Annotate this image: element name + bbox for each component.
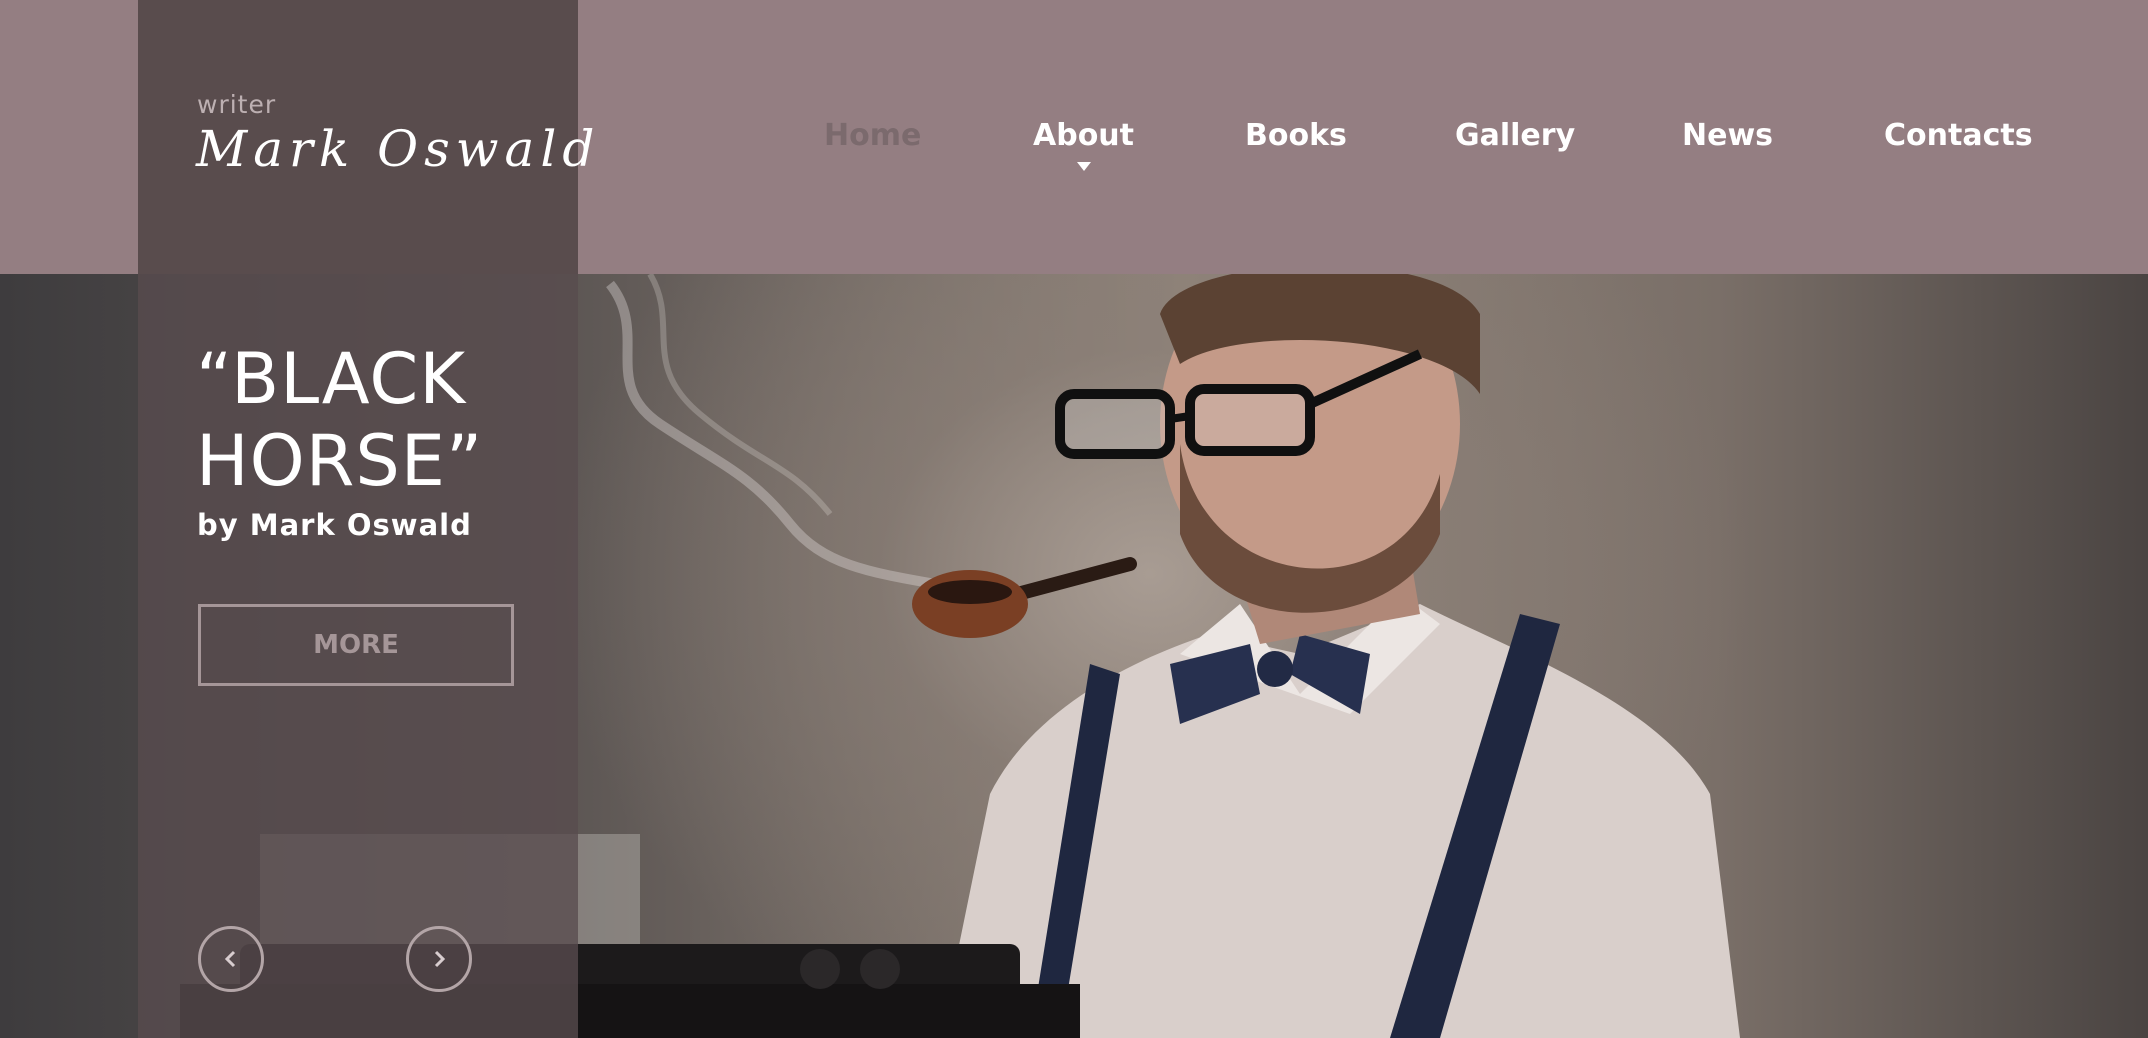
chevron-right-icon: [434, 950, 446, 968]
nav-books[interactable]: Books: [1245, 118, 1347, 153]
nav-news[interactable]: News: [1682, 118, 1773, 153]
page: “BLACK HORSE” by Mark Oswald MORE writer…: [0, 0, 2148, 1038]
main-nav: Home About Books Gallery News Contacts: [0, 118, 2148, 178]
hero-panel: “BLACK HORSE” by Mark Oswald MORE: [138, 274, 578, 1038]
slider-next-button[interactable]: [406, 926, 472, 992]
nav-contacts[interactable]: Contacts: [1884, 118, 2033, 153]
slider-prev-button[interactable]: [198, 926, 264, 992]
nav-about-label: About: [1033, 118, 1135, 153]
caret-down-icon: [1076, 162, 1091, 171]
more-button[interactable]: MORE: [198, 604, 514, 686]
nav-home[interactable]: Home: [824, 118, 921, 153]
chevron-left-icon: [224, 950, 236, 968]
logo-subtitle: writer: [197, 90, 277, 119]
nav-about[interactable]: About: [1033, 118, 1135, 171]
nav-gallery[interactable]: Gallery: [1455, 118, 1575, 153]
book-author: by Mark Oswald: [197, 508, 472, 542]
site-header: writer Mark Oswald Home About Books Gall…: [0, 0, 2148, 274]
book-title: “BLACK HORSE”: [196, 338, 484, 502]
